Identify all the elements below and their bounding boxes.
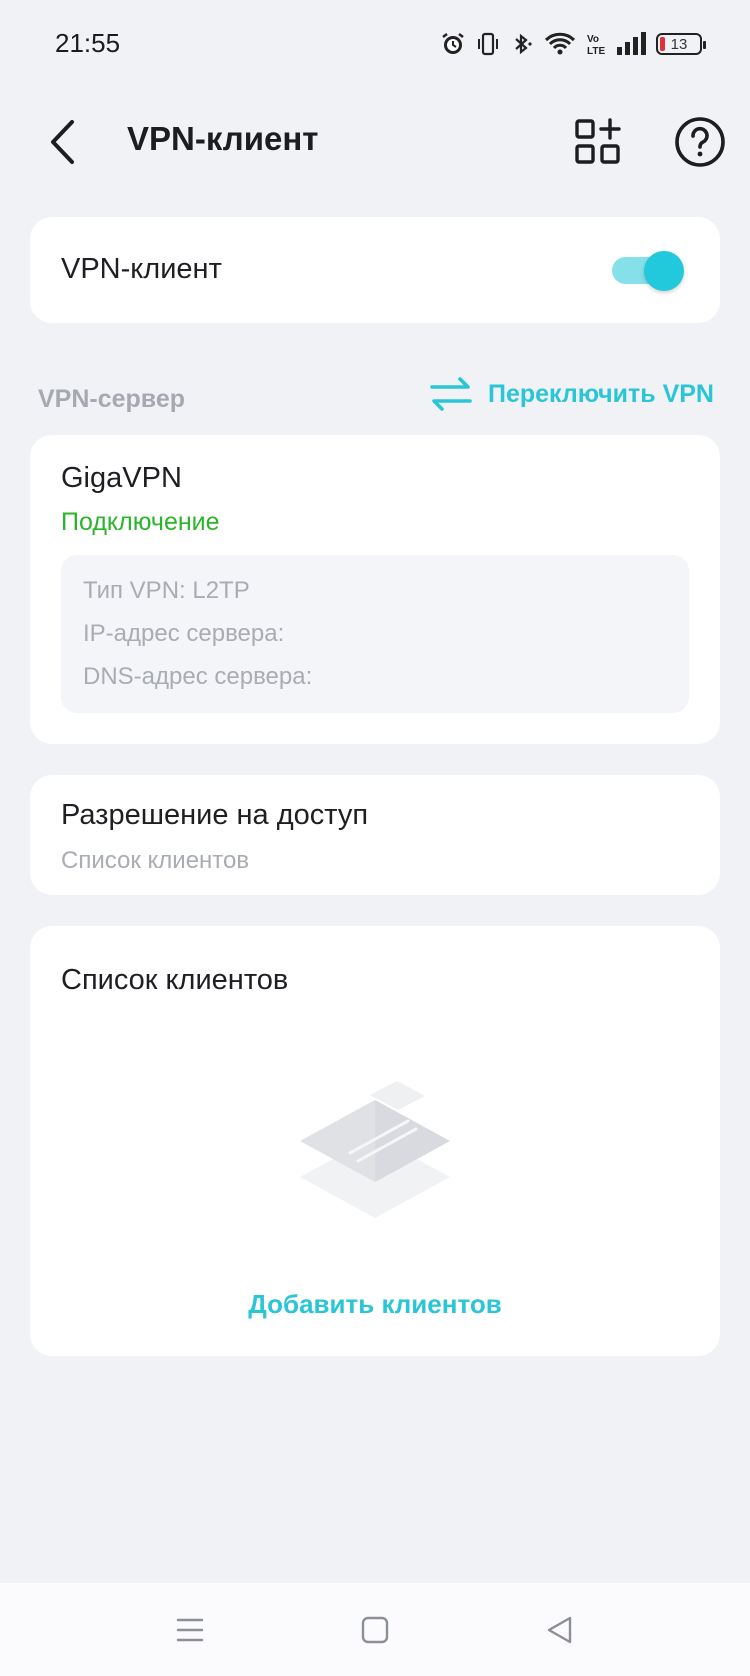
vpn-server-card[interactable]: GigaVPN Подключение Тип VPN: L2TP IP-адр… (30, 435, 720, 744)
status-time: 21:55 (55, 28, 121, 58)
back-triangle-icon (547, 1616, 572, 1644)
server-ip: IP-адрес сервера: (83, 620, 285, 647)
menu-icon (176, 1618, 204, 1642)
menu-button[interactable] (165, 1605, 215, 1655)
vpn-type: Тип VPN: L2TP (83, 577, 250, 604)
switch-vpn-button[interactable]: Переключить VPN (428, 372, 714, 416)
vpn-client-label: VPN-клиент (61, 253, 222, 285)
vpn-client-card: VPN-клиент (30, 217, 720, 323)
add-widget-icon (575, 118, 621, 164)
wifi-icon (544, 31, 576, 57)
server-details: Тип VPN: L2TP IP-адрес сервера: DNS-адре… (61, 555, 689, 713)
signal-icon (616, 31, 646, 57)
back-nav-button[interactable] (535, 1605, 585, 1655)
home-icon (361, 1616, 389, 1644)
vpn-client-switch[interactable] (612, 251, 684, 291)
battery-icon: 13 (656, 33, 706, 55)
add-widget-button[interactable] (570, 102, 626, 182)
help-button[interactable] (670, 102, 730, 182)
vpn-server-section-label: VPN-сервер (38, 385, 186, 413)
server-status: Подключение (61, 508, 220, 536)
system-nav-bar (0, 1583, 750, 1676)
swap-arrows-icon (430, 377, 472, 411)
add-clients-button[interactable]: Добавить клиентов (30, 1289, 720, 1320)
switch-thumb (644, 251, 684, 291)
back-button[interactable] (38, 102, 88, 182)
status-bar: 21:55 Vo LTE 13 (0, 0, 750, 90)
app-bar: VPN-клиент (0, 90, 750, 200)
home-button[interactable] (350, 1605, 400, 1655)
bluetooth-icon (510, 31, 534, 57)
clients-list-card: Список клиентов Добавить клиентов (30, 926, 720, 1356)
access-title: Разрешение на доступ (61, 799, 369, 831)
empty-list-icon (290, 1081, 460, 1231)
access-subtitle: Список клиентов (61, 847, 250, 874)
svg-text:Vo: Vo (587, 34, 599, 45)
chevron-left-icon (51, 120, 74, 164)
vibrate-icon (476, 31, 500, 57)
server-dns: DNS-адрес сервера: (83, 663, 313, 690)
question-icon (675, 117, 725, 167)
clients-title: Список клиентов (61, 964, 289, 996)
status-icons: Vo LTE 13 (440, 28, 706, 60)
switch-vpn-label: Переключить VPN (488, 379, 714, 408)
svg-text:LTE: LTE (587, 46, 605, 57)
page-title: VPN-клиент (127, 120, 319, 157)
server-name: GigaVPN (61, 462, 182, 494)
volte-icon: Vo LTE (586, 31, 606, 57)
access-permission-card[interactable]: Разрешение на доступ Список клиентов (30, 775, 720, 895)
alarm-icon (440, 31, 466, 57)
